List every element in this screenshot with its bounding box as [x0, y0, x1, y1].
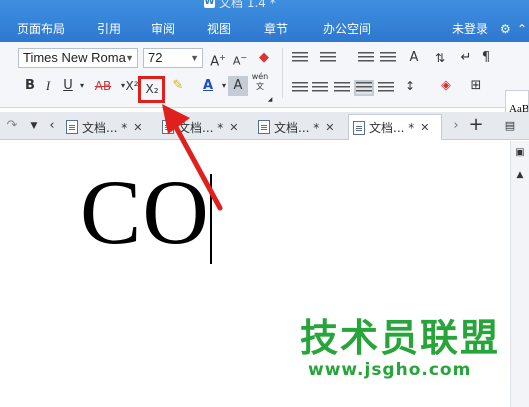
chevron-down-icon[interactable]: ▾ — [72, 76, 92, 96]
document-tab[interactable]: 文档... * ✕ — [62, 114, 142, 140]
font-name-field[interactable]: Times New Roma ▼ — [18, 48, 138, 68]
font-size-field[interactable]: 72 ▼ — [143, 48, 203, 68]
italic-button[interactable]: I — [38, 76, 58, 96]
justify-icon[interactable] — [354, 80, 374, 96]
font-name-value: Times New Roma — [23, 50, 126, 65]
font-dialog-launcher-icon[interactable]: ◢ — [266, 96, 274, 104]
align-right-icon[interactable] — [334, 82, 350, 94]
grow-font-label: A — [210, 54, 220, 70]
watermark-url: www.jsgho.com — [308, 360, 472, 380]
chinese-layout-icon[interactable]: A — [404, 48, 424, 68]
border-icon[interactable]: ⊞ — [466, 76, 486, 96]
menu-section[interactable]: 章节 — [264, 20, 288, 38]
chevron-down-icon[interactable]: ▼ — [24, 116, 44, 136]
tab-menu-icon[interactable]: ▤ — [500, 116, 520, 136]
show-marks-icon[interactable]: ↵ — [456, 48, 476, 68]
login-status[interactable]: 未登录 — [452, 20, 488, 38]
char-shading-button[interactable]: A — [228, 76, 248, 96]
increase-indent-icon[interactable] — [380, 52, 396, 64]
vertical-scrollbar[interactable]: ▣ ▲ — [510, 141, 529, 407]
phonetic-guide-button[interactable]: wén 文 — [250, 72, 270, 96]
tab-label: 文档... * — [274, 120, 320, 135]
paragraph-mark-icon[interactable]: ¶ — [476, 48, 496, 68]
sort-icon[interactable]: ⇅ — [430, 48, 450, 68]
shrink-font-button[interactable]: A− — [230, 48, 250, 68]
page-nav-icon[interactable]: ▣ — [511, 143, 529, 163]
clear-format-icon[interactable]: ◆ — [254, 48, 274, 68]
minimize-ribbon-icon[interactable]: ⌃ — [517, 20, 527, 38]
font-size-value: 72 — [148, 50, 163, 65]
bullet-list-icon[interactable] — [292, 52, 308, 64]
chevron-left-icon[interactable]: ‹ — [42, 116, 62, 136]
close-icon[interactable]: ✕ — [133, 121, 142, 134]
chevron-right-icon[interactable]: › — [446, 116, 466, 136]
site-watermark: 技术员联盟 www.jsgho.com — [300, 316, 500, 380]
scroll-up-icon[interactable]: ▲ — [511, 165, 529, 185]
watermark-name: 技术员联盟 — [300, 316, 501, 360]
arrow-shaft — [169, 117, 223, 211]
paragraph-shading-icon[interactable]: ◈ — [436, 76, 456, 96]
document-tab-bar: ↷ ▼ ‹ 文档... * ✕ 文档... * ✕ 文档... * ✕ 文档..… — [0, 112, 529, 140]
window-title: W 文档 1.4 * — [204, 0, 276, 8]
annotation-arrow — [162, 104, 223, 211]
document-title: 文档 1.4 * — [219, 0, 276, 8]
tab-label: 文档... * — [82, 120, 128, 135]
phonetic-label: wén — [251, 72, 269, 81]
new-tab-button[interactable]: + — [466, 115, 486, 135]
chevron-down-icon[interactable]: ▼ — [125, 49, 134, 67]
document-tab-active[interactable]: 文档... * ✕ — [348, 114, 442, 140]
menu-review[interactable]: 审阅 — [151, 20, 175, 38]
bold-button[interactable]: B — [20, 76, 40, 96]
menu-bar: W 文档 1.4 * 页面布局 引用 审阅 视图 章节 办公空间 未登录 ⚙ ⌃ — [0, 0, 529, 42]
document-icon — [353, 120, 365, 135]
menu-view[interactable]: 视图 — [207, 20, 231, 38]
tab-label: 文档... * — [369, 121, 415, 135]
document-icon — [66, 120, 78, 134]
decrease-indent-icon[interactable] — [358, 52, 374, 64]
highlight-pen-icon[interactable]: ✎ — [168, 76, 188, 96]
divider — [282, 48, 283, 98]
close-icon[interactable]: ✕ — [229, 121, 238, 134]
close-icon[interactable]: ✕ — [420, 121, 429, 134]
menu-references[interactable]: 引用 — [97, 20, 121, 38]
redo-icon[interactable]: ↷ — [2, 116, 22, 136]
menu-office-space[interactable]: 办公空间 — [323, 20, 371, 38]
grow-font-button[interactable]: A+ — [208, 48, 228, 70]
close-icon[interactable]: ✕ — [325, 121, 334, 134]
ribbon-toolbar: Times New Roma ▼ 72 ▼ A+ A− ◆ B I U ▾ AB… — [0, 42, 529, 126]
numbered-list-icon[interactable] — [320, 52, 336, 64]
wps-writer-icon: W — [204, 0, 215, 8]
distributed-align-icon[interactable] — [378, 82, 394, 94]
document-icon — [258, 120, 270, 134]
settings-icon[interactable]: ⚙ — [500, 20, 511, 38]
document-tab[interactable]: 文档... * ✕ — [254, 114, 334, 140]
align-left-icon[interactable] — [292, 82, 308, 94]
align-center-icon[interactable] — [312, 82, 328, 94]
chevron-down-icon[interactable]: ▼ — [190, 49, 199, 67]
line-spacing-icon[interactable]: ↕ — [400, 76, 420, 96]
menu-page-layout[interactable]: 页面布局 — [17, 20, 65, 38]
